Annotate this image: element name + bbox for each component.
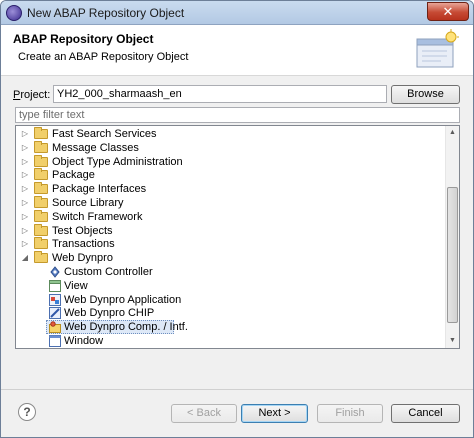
dialog-window: New ABAP Repository Object ✕ ABAP Reposi… [0,0,474,438]
wd-chip-icon [49,307,61,320]
window-title: New ABAP Repository Object [27,6,185,20]
folder-icon [34,223,48,236]
tree-child-item[interactable]: Web Dynpro CHIP [16,306,446,320]
object-type-tree[interactable]: ▷ Fast Search Services ▷ Message Classes ▷ Ob… [15,125,460,349]
project-label: Project: [13,89,51,101]
wizard-title: ABAP Repository Object [13,32,154,46]
collapsed-arrow-icon[interactable]: ▷ [20,224,30,238]
window-icon [49,335,61,347]
collapsed-arrow-icon[interactable]: ▷ [20,237,30,251]
tree-item-label: Test Objects [52,224,113,237]
folder-icon [34,168,48,181]
tree-scrollbar[interactable]: ▲ ▼ [445,126,459,348]
tree-item[interactable]: ▷ Package Interfaces [16,182,446,196]
tree-item-label: Web Dynpro [52,252,113,265]
tree-child-item[interactable]: Web Dynpro Application [16,293,446,307]
tree-child-label: Web Dynpro CHIP [64,307,155,320]
tree-item[interactable]: ▷ Source Library [16,196,446,210]
wd-component-icon [49,321,61,334]
custom-controller-icon [49,266,61,278]
tree-item-label: Object Type Administration [52,155,183,168]
collapsed-arrow-icon[interactable]: ▷ [20,196,30,210]
close-button[interactable]: ✕ [427,2,469,21]
scroll-thumb[interactable] [447,187,458,323]
tree-item[interactable]: ◢ Web Dynpro [16,251,446,265]
wizard-subtitle: Create an ABAP Repository Object [18,51,189,63]
tree-item[interactable]: ▷ Switch Framework [16,209,446,224]
tree-child-item[interactable]: View [16,279,446,293]
folder-icon [34,154,48,167]
tree-child-item[interactable]: Window [16,334,446,348]
wizard-banner-icon [416,29,459,68]
scroll-up-icon[interactable]: ▲ [446,126,459,140]
tree-child-item[interactable]: Custom Controller [16,265,446,279]
tree-item[interactable]: ▷ Message Classes [16,140,446,155]
tree-item-label: Source Library [52,197,124,209]
folder-icon [34,127,48,139]
folder-icon [34,251,48,264]
collapsed-arrow-icon[interactable]: ▷ [20,182,30,196]
folder-icon [34,196,48,208]
tree-child-item-selected[interactable]: Web Dynpro Comp. / Intf. [16,320,446,335]
tree-child-label: Window [64,335,104,347]
tree-item-label: Switch Framework [52,210,143,223]
filter-input[interactable]: type filter text [15,107,460,123]
tree-item[interactable]: ▷ Package [16,168,446,182]
folder-icon [34,140,48,153]
finish-button[interactable]: Finish [317,404,383,423]
help-icon[interactable]: ? [18,403,36,421]
wizard-header: ABAP Repository Object Create an ABAP Re… [1,25,473,76]
tree-item[interactable]: ▷ Fast Search Services [16,127,446,141]
cancel-button[interactable]: Cancel [391,404,460,423]
collapsed-arrow-icon[interactable]: ▷ [20,127,30,141]
tree-item-label: Fast Search Services [52,128,157,140]
back-button[interactable]: < Back [171,404,237,423]
tree-item-label: Package [52,169,95,182]
tree-item-label: Message Classes [52,141,139,154]
view-icon [49,279,61,292]
tree-item[interactable]: ▷ Transactions [16,237,446,251]
expanded-arrow-icon[interactable]: ◢ [20,251,30,265]
tree-child-label: Web Dynpro Comp. / Intf. [64,321,188,334]
tree-item[interactable]: ▷ Object Type Administration [16,154,446,169]
eclipse-app-icon [6,5,22,21]
project-input[interactable] [53,85,387,103]
collapsed-arrow-icon[interactable]: ▷ [20,210,30,224]
tree-item-label: Transactions [52,238,115,251]
next-button[interactable]: Next > [241,404,308,423]
collapsed-arrow-icon[interactable]: ▷ [20,141,30,155]
folder-icon [34,237,48,250]
folder-icon [34,209,48,222]
collapsed-arrow-icon[interactable]: ▷ [20,155,30,169]
scroll-down-icon[interactable]: ▼ [446,334,459,348]
tree-child-label: Web Dynpro Application [64,293,182,306]
wd-application-icon [49,293,61,306]
title-bar: New ABAP Repository Object ✕ [1,1,473,25]
tree-child-label: View [64,279,88,292]
folder-icon [34,182,48,195]
tree-item-label: Package Interfaces [52,183,147,196]
tree-child-label: Custom Controller [64,266,153,278]
browse-button[interactable]: Browse [391,85,460,104]
tree-item[interactable]: ▷ Test Objects [16,223,446,238]
footer-separator [1,389,473,390]
collapsed-arrow-icon[interactable]: ▷ [20,168,30,182]
